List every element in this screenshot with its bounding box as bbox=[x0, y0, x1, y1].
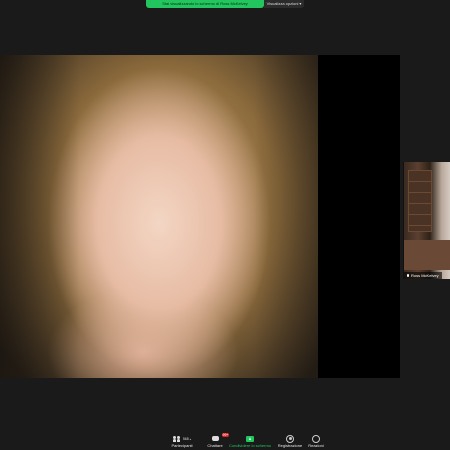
record-label: Registrazione bbox=[277, 443, 303, 448]
participant-name-label: Ross McKelvey bbox=[404, 272, 442, 279]
record-icon-wrap bbox=[286, 434, 294, 443]
record-icon bbox=[286, 434, 294, 443]
photo-shading bbox=[0, 55, 318, 378]
chevron-up-icon: ▴ bbox=[189, 436, 192, 441]
view-options-dropdown[interactable]: Visualizza opzioni▾ bbox=[264, 0, 304, 8]
smiley-icon bbox=[312, 434, 320, 443]
chevron-down-icon: ▾ bbox=[299, 1, 302, 6]
chat-icon-wrap: 99+ bbox=[211, 433, 230, 443]
participants-label: Partecipanti bbox=[171, 443, 193, 448]
participants-icon-wrap: 568 ▴ bbox=[172, 434, 192, 443]
participants-count: 568 bbox=[182, 436, 189, 441]
share-screen-button[interactable]: Condividere lo schermo bbox=[228, 434, 272, 449]
view-options-label: Visualizza opzioni bbox=[266, 1, 299, 6]
participants-icon bbox=[172, 435, 182, 442]
participant-video-tile[interactable]: Ross McKelvey bbox=[403, 162, 450, 279]
screen-share-banner-text: Stai visualizzando lo schermo di Ross Mc… bbox=[162, 1, 248, 6]
share-screen-label: Condividere lo schermo bbox=[228, 443, 272, 448]
record-button[interactable]: Registrazione bbox=[276, 434, 304, 449]
chat-icon bbox=[211, 436, 219, 441]
reactions-label: Reazioni bbox=[308, 443, 324, 448]
participants-button[interactable]: 568 ▴ Partecipanti bbox=[168, 434, 196, 449]
reactions-button[interactable]: Reazioni bbox=[305, 434, 327, 449]
microphone-icon bbox=[407, 274, 409, 278]
participant-name-text: Ross McKelvey bbox=[411, 273, 439, 278]
shared-screen-area bbox=[0, 55, 400, 378]
share-screen-icon bbox=[246, 435, 254, 442]
share-icon-wrap bbox=[246, 434, 254, 443]
chat-button[interactable]: 99+ Chattare bbox=[203, 433, 230, 449]
screen-share-banner: Stai visualizzando lo schermo di Ross Mc… bbox=[146, 0, 264, 8]
chat-label: Chattare bbox=[207, 443, 223, 448]
reactions-icon-wrap bbox=[312, 434, 320, 443]
background-shelf bbox=[408, 170, 432, 232]
background-counter bbox=[404, 240, 450, 270]
shared-photo bbox=[0, 55, 318, 378]
meeting-toolbar: 568 ▴ Partecipanti 99+ Chattare Condivid… bbox=[0, 432, 450, 450]
